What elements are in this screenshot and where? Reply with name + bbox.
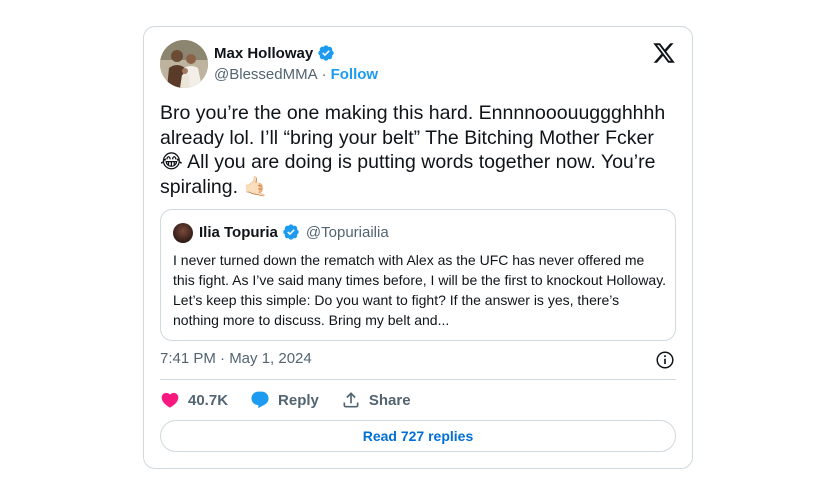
author-handle[interactable]: @BlessedMMA	[214, 66, 318, 83]
author-name[interactable]: Max Holloway	[214, 45, 313, 62]
divider	[160, 379, 676, 380]
quoted-author-handle: @Topuriailia	[305, 223, 389, 241]
verified-badge-icon	[283, 224, 299, 240]
follow-button[interactable]: Follow	[331, 66, 379, 83]
quoted-tweet[interactable]: Ilia Topuria @Topuriailia I never turned…	[160, 209, 676, 341]
info-icon[interactable]	[654, 349, 676, 371]
share-upload-icon	[343, 392, 359, 408]
avatar-photo	[160, 40, 208, 88]
speech-bubble-icon	[251, 391, 269, 409]
tweet-actions: 40.7K Reply Share	[160, 389, 433, 411]
read-replies-button[interactable]: Read 727 replies	[160, 420, 676, 452]
x-logo-icon[interactable]	[652, 41, 676, 65]
embedded-tweet-card: Max Holloway @BlessedMMA · Follow Bro yo…	[143, 26, 693, 469]
author-handle-row: @BlessedMMA · Follow	[214, 66, 378, 83]
reply-button[interactable]: Reply	[250, 390, 319, 410]
tweet-meta-row: 7:41 PM · May 1, 2024	[160, 350, 676, 370]
share-button[interactable]: Share	[341, 390, 411, 410]
author-name-row: Max Holloway	[214, 44, 335, 62]
author-avatar[interactable]	[160, 40, 208, 88]
quoted-author-avatar	[173, 223, 193, 243]
reply-label: Reply	[278, 391, 319, 409]
like-button[interactable]: 40.7K	[160, 390, 228, 410]
tweet-timestamp[interactable]: 7:41 PM · May 1, 2024	[160, 350, 312, 367]
quoted-author-row: Ilia Topuria @Topuriailia	[199, 223, 389, 241]
heart-icon	[161, 392, 179, 408]
verified-badge-icon	[318, 45, 334, 61]
share-label: Share	[368, 391, 411, 409]
quoted-tweet-text: I never turned down the rematch with Ale…	[173, 252, 667, 328]
like-count: 40.7K	[188, 391, 229, 409]
tweet-body-text: Bro you’re the one making this hard. Enn…	[160, 102, 671, 198]
quoted-author-name: Ilia Topuria	[199, 223, 278, 241]
handle-separator: ·	[321, 66, 327, 83]
